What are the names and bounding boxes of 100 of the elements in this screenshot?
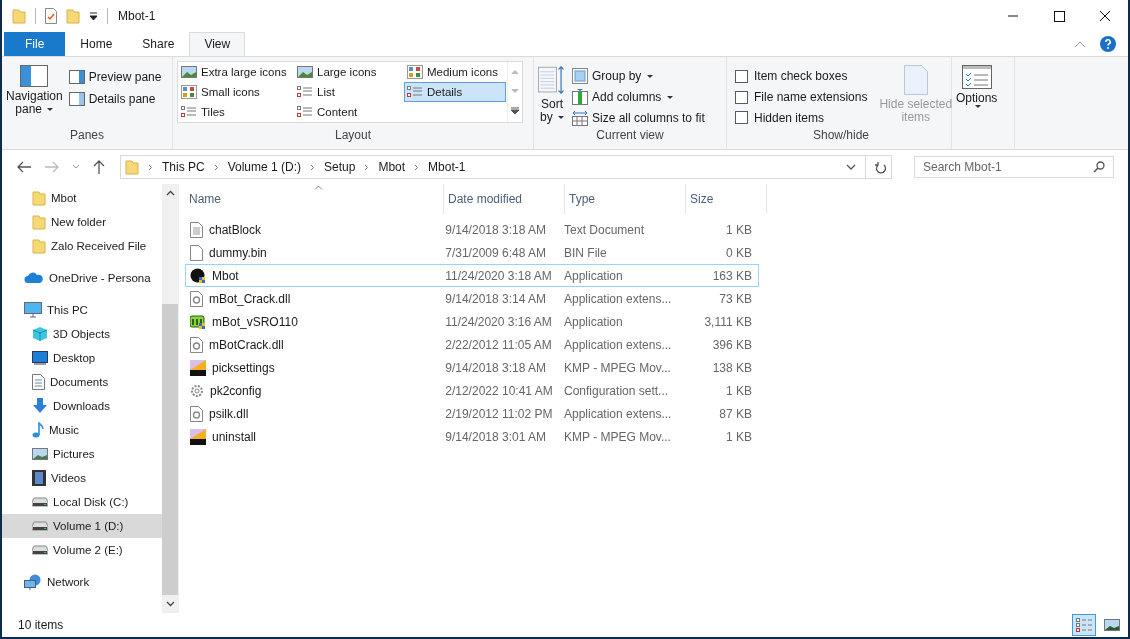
address-dropdown-icon[interactable] (846, 163, 856, 171)
sidebar-item[interactable]: Zalo Received File (2, 234, 162, 258)
gear-icon (190, 383, 204, 398)
sidebar-item[interactable]: Volume 1 (D:) (2, 514, 162, 538)
file-row[interactable]: mBot_vSRO110 11/24/2020 3:16 AM Application 3,111 KB (185, 310, 759, 333)
sidebar-item[interactable]: Documents (2, 370, 162, 394)
sidebar-item[interactable]: Downloads (2, 394, 162, 418)
checkbox-option[interactable]: Hidden items (735, 108, 868, 127)
group-label: Current view (595, 127, 665, 144)
gear-file-icon (190, 290, 203, 307)
list-icon (181, 105, 197, 119)
breadcrumb[interactable]: This PC (162, 160, 205, 174)
preview-pane-icon (68, 70, 85, 84)
expand-gallery-icon[interactable] (510, 107, 520, 116)
drive-icon (32, 497, 48, 507)
sidebar-item[interactable]: OneDrive - Persona (2, 266, 162, 290)
file-row[interactable]: chatBlock 9/14/2018 3:18 AM Text Document 1 KB (185, 218, 759, 241)
media-file-icon (190, 359, 206, 376)
options-icon (961, 65, 992, 89)
sidebar-item[interactable]: Local Disk (C:) (2, 490, 162, 514)
recent-dropdown-icon[interactable] (72, 164, 80, 170)
dropdown-icon[interactable] (89, 11, 98, 21)
breadcrumb[interactable]: Mbot (378, 160, 406, 174)
file-row[interactable]: mBotCrack.dll 2/22/2012 11:05 AM Application extens... 396 KB (185, 333, 759, 356)
back-button[interactable] (16, 160, 32, 174)
size-cell-text: 0 KB (725, 245, 753, 260)
column-header[interactable]: Name (185, 184, 444, 214)
file-row[interactable]: psilk.dll 2/19/2012 11:02 PM Application extens... 87 KB (185, 402, 759, 425)
sidebar-item[interactable]: Music (2, 418, 162, 442)
film-icon (32, 470, 46, 486)
file-row[interactable]: mBot_Crack.dll 9/14/2018 3:14 AM Application extens... 73 KB (185, 287, 759, 310)
help-icon[interactable] (1100, 36, 1116, 52)
date-cell-text: 2/19/2012 11:02 PM (444, 406, 554, 421)
navigation-pane-button[interactable]: Navigation pane (6, 61, 63, 127)
column-header[interactable]: Type (565, 184, 686, 214)
sort-by-button[interactable]: Sort by (538, 61, 566, 127)
computer-icon (24, 302, 42, 318)
scroll-down-icon[interactable] (165, 601, 175, 607)
layout-option[interactable]: Small icons (178, 82, 294, 102)
view-command[interactable]: Size all columns to fit (572, 108, 705, 127)
pane-button[interactable]: Details pane (68, 89, 162, 109)
chevron-icon (310, 163, 316, 171)
file-row[interactable]: uninstall 9/14/2018 3:01 AM KMP - MPEG Mov... 1 KB (185, 425, 759, 448)
column-header[interactable]: Date modified (444, 184, 565, 214)
collapse-ribbon-icon[interactable] (1074, 40, 1086, 48)
checkbox[interactable] (735, 90, 748, 104)
properties-icon[interactable] (45, 8, 57, 24)
sidebar-item[interactable]: This PC (2, 298, 162, 322)
layout-option[interactable]: Large icons (294, 62, 404, 82)
breadcrumb[interactable]: Mbot-1 (428, 160, 466, 174)
address-bar[interactable]: This PC Volume 1 (D:) Setup Mbot Mbot-1 (120, 155, 892, 179)
ribbon-tab[interactable]: Home (65, 32, 128, 56)
search-field[interactable]: Search Mbot-1 (914, 156, 1114, 178)
breadcrumb[interactable]: Setup (324, 160, 356, 174)
ribbon-tab[interactable]: File (4, 32, 66, 56)
sidebar-item[interactable]: Videos (2, 466, 162, 490)
ribbon-tab[interactable]: View (189, 32, 246, 56)
layout-option[interactable]: Tiles (178, 102, 294, 122)
details-view-button[interactable] (1072, 614, 1096, 636)
sidebar-item[interactable]: 3D Objects (2, 322, 162, 346)
scroll-up-icon[interactable] (165, 190, 175, 196)
file-row[interactable]: dummy.bin 7/31/2009 6:48 AM BIN File 0 KB (185, 241, 759, 264)
columns-icon (572, 89, 588, 105)
file-row[interactable]: pk2config 2/12/2022 10:41 AM Configuration sett... 1 KB (185, 379, 759, 402)
sidebar-item[interactable]: Volume 2 (E:) (2, 538, 162, 562)
up-button[interactable] (92, 159, 106, 175)
checkbox-option[interactable]: Item check boxes (735, 67, 868, 86)
breadcrumb[interactable]: Volume 1 (D:) (227, 160, 302, 174)
layout-option[interactable]: Details (404, 82, 506, 102)
drive-icon (32, 545, 48, 555)
sidebar-item[interactable]: Pictures (2, 442, 162, 466)
checkbox-option[interactable]: File name extensions (735, 87, 868, 107)
layout-option[interactable]: List (294, 82, 404, 102)
checkbox[interactable] (735, 69, 748, 83)
checkbox[interactable] (735, 111, 748, 125)
options-button[interactable]: Options (956, 61, 998, 127)
sidebar-item[interactable]: Mbot (2, 186, 162, 210)
view-command[interactable]: Group by (572, 67, 705, 86)
group-label: Panes (69, 127, 105, 144)
folder-icon (125, 159, 139, 175)
layout-option[interactable]: Content (294, 102, 404, 122)
file-row[interactable]: Mbot 11/24/2020 3:18 AM Application 163 KB (185, 264, 759, 287)
file-row[interactable]: picksettings 9/14/2018 3:18 AM KMP - MPEG Mov... 138 KB (185, 356, 759, 379)
layout-option[interactable]: Extra large icons (178, 62, 294, 82)
sidebar-item[interactable]: Desktop (2, 346, 162, 370)
refresh-icon[interactable] (875, 160, 887, 174)
file-name: chatBlock (209, 222, 262, 237)
ribbon-tab[interactable]: Share (127, 32, 190, 56)
chevron-icon (414, 163, 420, 171)
layout-option[interactable]: Medium icons (404, 62, 506, 82)
item-count: 10 items (18, 618, 64, 632)
column-header[interactable]: Size (686, 184, 767, 214)
search-icon (1093, 161, 1105, 173)
chevron-icon (213, 163, 219, 171)
pane-button[interactable]: Preview pane (68, 67, 162, 87)
sidebar-item[interactable]: New folder (2, 210, 162, 234)
view-command[interactable]: Add columns (572, 87, 705, 107)
type-cell-text: Application extens... (563, 291, 673, 306)
sidebar-scrollbar[interactable] (162, 184, 178, 613)
sidebar-item[interactable]: Network (2, 570, 162, 594)
